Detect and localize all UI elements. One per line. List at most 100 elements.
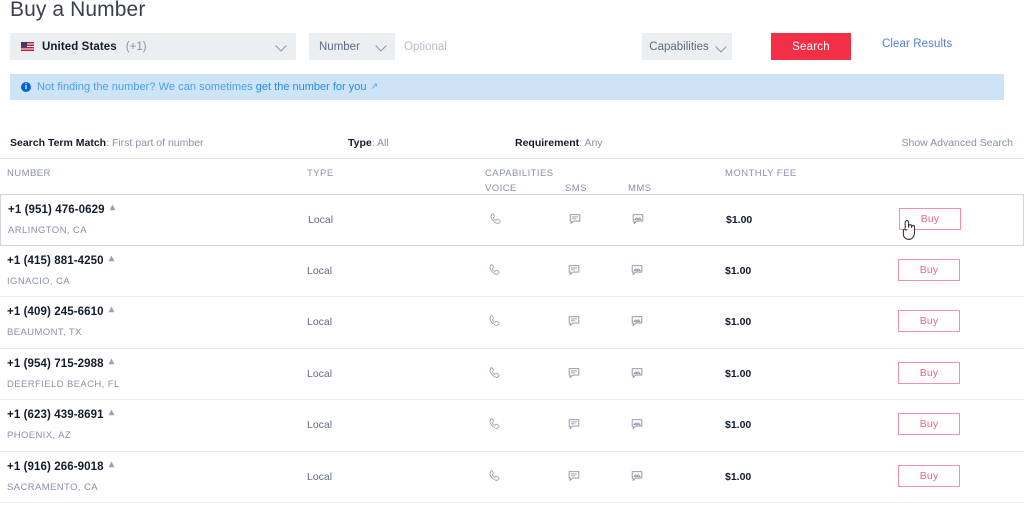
results-table-body: +1 (951) 476-0629 ARLINGTON, CA Local $1…	[0, 194, 1024, 503]
capability-voice	[485, 312, 503, 330]
capabilities-filter-label: Capabilities	[649, 40, 709, 53]
chevron-down-icon	[276, 41, 287, 52]
mms-image-icon	[631, 419, 643, 430]
phone-handset-icon	[489, 469, 500, 481]
table-row[interactable]: +1 (916) 266-9018 SACRAMENTO, CA Local $…	[0, 451, 1024, 503]
capability-mms	[628, 415, 646, 433]
mms-image-icon	[631, 316, 643, 327]
country-select-label: United States	[42, 40, 117, 53]
column-header-type: TYPE	[307, 168, 334, 179]
number-cell: +1 (409) 245-6610 BEAUMONT, TX	[7, 305, 297, 338]
capability-sms	[565, 312, 583, 330]
filter-requirement: Requirement: Any	[515, 137, 603, 149]
buy-button[interactable]: Buy	[898, 310, 960, 332]
number-location: BEAUMONT, TX	[7, 327, 82, 338]
table-row[interactable]: +1 (951) 476-0629 ARLINGTON, CA Local $1…	[0, 194, 1024, 246]
monthly-fee: $1.00	[725, 419, 752, 431]
column-header-voice: VOICE	[485, 183, 517, 194]
number-type-label: Number	[319, 40, 360, 53]
monthly-fee: $1.00	[725, 264, 752, 277]
sms-bubble-icon	[568, 367, 580, 378]
capability-sms	[565, 467, 583, 485]
sms-bubble-icon	[568, 316, 580, 327]
number-type-select[interactable]: Number	[309, 33, 395, 60]
us-flag-icon	[21, 42, 34, 51]
capability-sms	[565, 364, 583, 382]
phone-handset-icon	[490, 213, 501, 224]
buy-button[interactable]: Buy	[898, 361, 960, 384]
mms-image-icon	[632, 214, 644, 225]
monthly-fee: $1.00	[725, 470, 752, 483]
show-advanced-search-toggle[interactable]: Show Advanced Search	[902, 137, 1014, 149]
filter-requirement-value: Any	[584, 137, 603, 149]
buy-button[interactable]: Buy	[899, 208, 961, 230]
table-row[interactable]: +1 (409) 245-6610 BEAUMONT, TX Local $1.…	[0, 297, 1024, 349]
sms-bubble-icon	[568, 264, 580, 275]
address-requirement-icon	[108, 461, 115, 467]
address-requirement-icon	[109, 204, 116, 211]
search-term-input[interactable]	[395, 33, 513, 60]
country-dial-code: (+1)	[125, 40, 147, 53]
capability-voice	[485, 261, 503, 279]
number-type: Local	[307, 264, 333, 277]
monthly-fee: $1.00	[726, 214, 753, 226]
info-banner-text: Not finding the number? We can sometimes	[37, 81, 253, 93]
number-cell: +1 (951) 476-0629 ARLINGTON, CA	[8, 203, 298, 236]
phone-number: +1 (951) 476-0629	[8, 204, 105, 216]
capability-mms	[628, 312, 646, 330]
info-banner: i Not finding the number? We can sometim…	[10, 74, 1004, 100]
mms-image-icon	[631, 367, 643, 378]
monthly-fee: $1.00	[725, 367, 752, 380]
capability-voice	[485, 364, 503, 382]
column-header-capabilities: CAPABILITIES	[485, 168, 554, 179]
phone-number: +1 (409) 245-6610	[7, 306, 104, 318]
number-type: Local	[307, 470, 333, 483]
column-header-number: NUMBER	[7, 168, 51, 179]
phone-number: +1 (916) 266-9018	[7, 460, 104, 473]
clear-results-link[interactable]: Clear Results	[882, 38, 952, 50]
number-location: IGNACIO, CA	[7, 275, 70, 287]
get-number-for-you-link[interactable]: get the number for you	[256, 81, 367, 93]
number-type: Local	[308, 214, 334, 226]
buy-button[interactable]: Buy	[898, 413, 960, 435]
table-row[interactable]: +1 (954) 715-2988 DEERFIELD BEACH, FL Lo…	[0, 348, 1024, 400]
chevron-down-icon	[376, 41, 387, 52]
capability-voice	[486, 210, 504, 228]
external-link-icon: ↗	[370, 80, 379, 91]
number-location: ARLINGTON, CA	[8, 225, 87, 236]
buy-button[interactable]: Buy	[898, 258, 960, 281]
capability-sms	[565, 261, 583, 279]
address-requirement-icon	[108, 306, 115, 313]
monthly-fee: $1.00	[725, 316, 752, 328]
info-circle-icon: i	[21, 82, 31, 92]
filter-search-term-match: Search Term Match: First part of number	[10, 137, 204, 149]
capability-sms	[566, 210, 584, 228]
search-controls-row: United States (+1) Number Capabilities S…	[10, 33, 1014, 60]
filter-type-label: Type	[348, 137, 372, 149]
country-select[interactable]: United States (+1)	[10, 33, 296, 60]
buy-button[interactable]: Buy	[898, 464, 960, 487]
address-requirement-icon	[108, 409, 115, 416]
results-table-header: NUMBER TYPE CAPABILITIES MONTHLY FEE VOI…	[0, 160, 1024, 195]
mms-image-icon	[631, 470, 643, 481]
sms-bubble-icon	[569, 214, 581, 225]
capability-sms	[565, 415, 583, 433]
table-row[interactable]: +1 (415) 881-4250 IGNACIO, CA Local $1.0…	[0, 245, 1024, 297]
number-cell: +1 (623) 439-8691 PHOENIX, AZ	[7, 408, 297, 441]
phone-handset-icon	[489, 418, 500, 429]
page-title: Buy a Number	[10, 0, 146, 21]
sms-bubble-icon	[568, 419, 580, 430]
table-row[interactable]: +1 (623) 439-8691 PHOENIX, AZ Local $1.0…	[0, 400, 1024, 452]
number-cell: +1 (954) 715-2988 DEERFIELD BEACH, FL	[7, 357, 297, 390]
filter-type: Type: All	[348, 137, 389, 149]
capability-mms	[628, 364, 646, 382]
sms-bubble-icon	[568, 470, 580, 481]
filter-summary-bar: Search Term Match: First part of number …	[0, 128, 1024, 159]
capabilities-filter-button[interactable]: Capabilities	[642, 33, 732, 60]
phone-number: +1 (415) 881-4250	[7, 254, 104, 267]
phone-number: +1 (954) 715-2988	[7, 357, 104, 370]
number-location: PHOENIX, AZ	[7, 430, 72, 441]
chevron-down-icon	[716, 42, 725, 51]
search-button[interactable]: Search	[771, 33, 851, 60]
capability-mms	[629, 210, 647, 228]
